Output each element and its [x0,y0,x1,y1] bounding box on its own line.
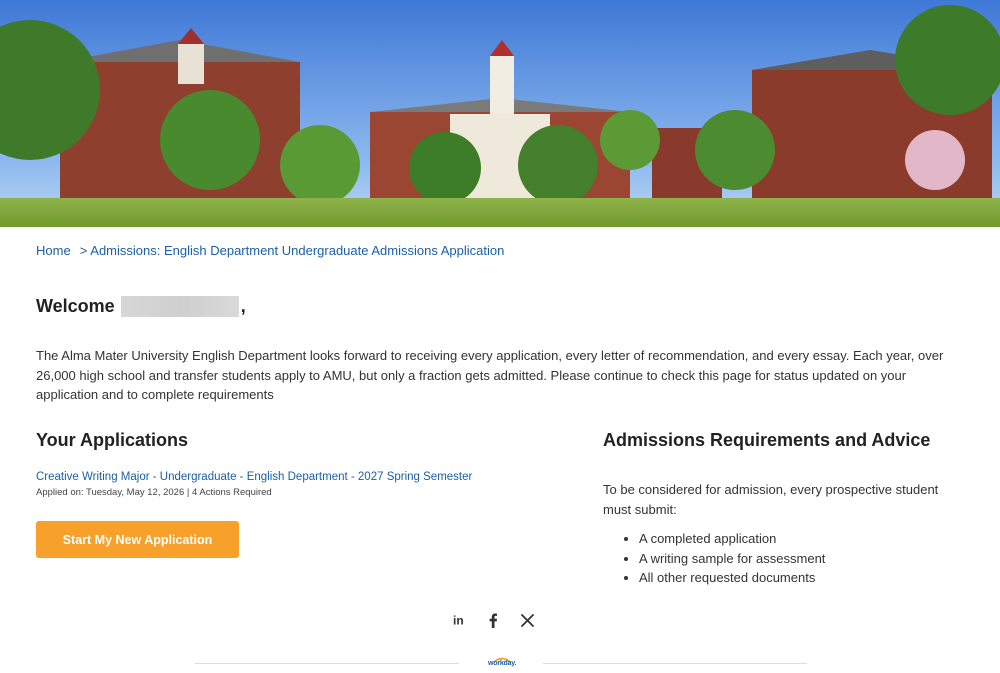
campus-illustration [0,0,1000,227]
applications-heading: Your Applications [36,430,189,450]
start-new-application-button[interactable]: Start My New Application [36,521,239,558]
welcome-prefix: Welcome [36,296,115,316]
social-links: in [452,612,534,628]
breadcrumb-home-link[interactable]: Home [36,243,71,258]
application-link[interactable]: Creative Writing Major - Undergraduate -… [36,471,472,483]
requirements-list: A completed application A writing sample… [622,529,825,588]
workday-logo: workday. [480,656,524,670]
facebook-icon[interactable] [486,612,500,628]
footer-divider-left [195,663,459,664]
redacted-user-name [120,296,239,317]
hero-banner [0,0,1000,227]
requirements-heading: Admissions Requirements and Advice [603,430,931,450]
workday-logo-text: workday. [488,660,517,667]
requirement-item: A writing sample for assessment [622,549,825,569]
welcome-suffix: , [240,296,246,316]
breadcrumb: Home > Admissions: English Department Un… [36,243,504,258]
footer-divider-right [543,663,807,664]
intro-paragraph: The Alma Mater University English Depart… [36,348,944,402]
linkedin-icon[interactable]: in [452,612,466,628]
breadcrumb-separator: > [79,243,88,258]
welcome-heading: Welcome , [36,296,246,317]
requirement-item: A completed application [622,529,825,549]
requirement-item: All other requested documents [622,568,825,588]
application-meta: Applied on: Tuesday, May 12, 2026 | 4 Ac… [36,487,272,498]
svg-text:in: in [453,614,464,628]
x-icon[interactable] [520,612,534,628]
requirements-intro: To be considered for admission, every pr… [603,482,939,517]
breadcrumb-current-link[interactable]: Admissions: English Department Undergrad… [90,243,504,258]
